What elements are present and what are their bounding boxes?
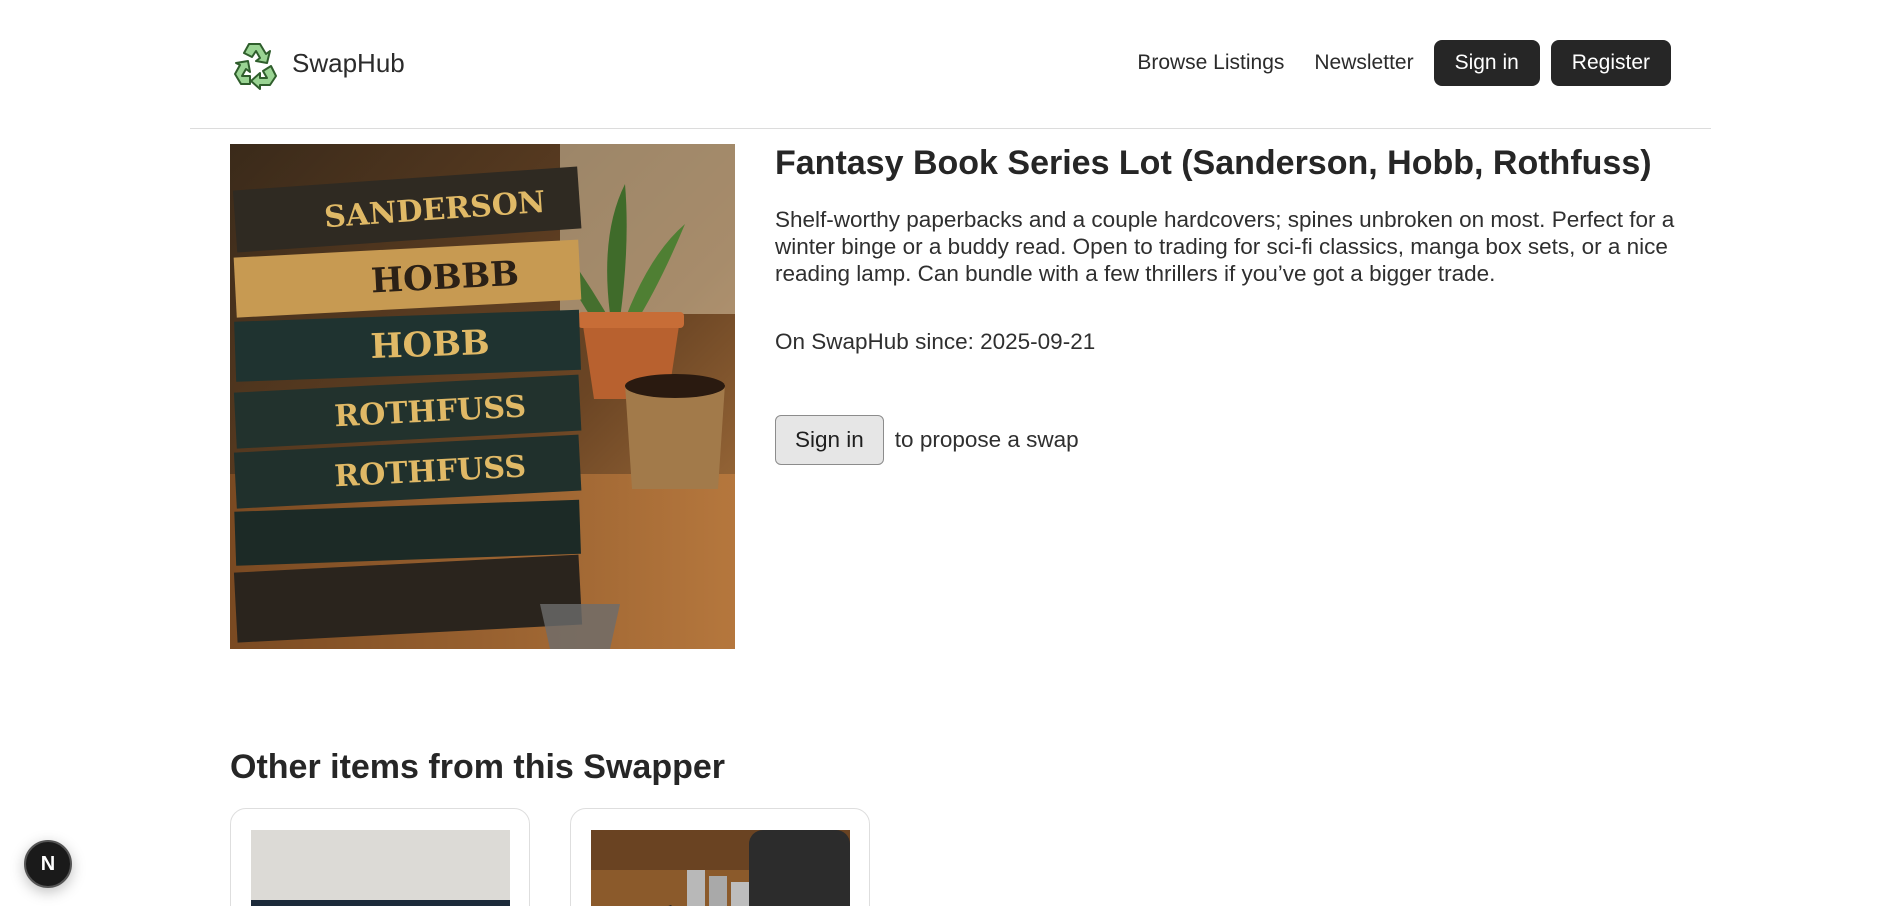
svg-text:HOBBB: HOBBB bbox=[370, 254, 520, 302]
other-item-card[interactable] bbox=[570, 808, 870, 906]
other-item-card[interactable] bbox=[230, 808, 530, 906]
brand-name: SwapHub bbox=[292, 47, 405, 78]
propose-sign-in-button[interactable]: Sign in bbox=[775, 414, 884, 465]
nav-browse-listings[interactable]: Browse Listings bbox=[1137, 51, 1284, 75]
member-since-label: On SwapHub since: bbox=[775, 328, 974, 354]
other-item-image bbox=[251, 830, 510, 906]
listing-title: Fantasy Book Series Lot (Sanderson, Hobb… bbox=[775, 144, 1652, 182]
propose-swap-text: to propose a swap bbox=[894, 426, 1079, 452]
member-since: On SwapHub since: 2025-09-21 bbox=[775, 329, 1675, 355]
listing-description: Shelf-worthy paperbacks and a couple har… bbox=[775, 206, 1675, 286]
recycle-icon bbox=[234, 43, 277, 90]
header-register-button[interactable]: Register bbox=[1550, 40, 1671, 86]
next-dev-badge[interactable]: N bbox=[24, 840, 72, 888]
book-stack-image: SANDERSON HOBBB HOBB ROTHFUSS ROTHFUSS bbox=[230, 144, 735, 649]
other-item-image bbox=[591, 830, 850, 906]
header-sign-in-button[interactable]: Sign in bbox=[1433, 40, 1540, 86]
listing-details: Fantasy Book Series Lot (Sanderson, Hobb… bbox=[775, 143, 1675, 465]
svg-text:HOBB: HOBB bbox=[370, 323, 491, 367]
site-header: SwapHub Browse Listings Newsletter Sign … bbox=[190, 0, 1711, 129]
nav-newsletter[interactable]: Newsletter bbox=[1314, 51, 1413, 75]
propose-swap-row: Sign in to propose a swap bbox=[775, 414, 1675, 465]
listing-image: SANDERSON HOBBB HOBB ROTHFUSS ROTHFUSS bbox=[230, 144, 735, 649]
member-since-date: 2025-09-21 bbox=[980, 328, 1096, 354]
other-items-heading: Other items from this Swapper bbox=[230, 748, 725, 786]
main-nav: Browse Listings Newsletter Sign in Regis… bbox=[1137, 40, 1671, 86]
brand-logo[interactable]: SwapHub bbox=[229, 36, 405, 90]
page: SwapHub Browse Listings Newsletter Sign … bbox=[0, 0, 1897, 906]
